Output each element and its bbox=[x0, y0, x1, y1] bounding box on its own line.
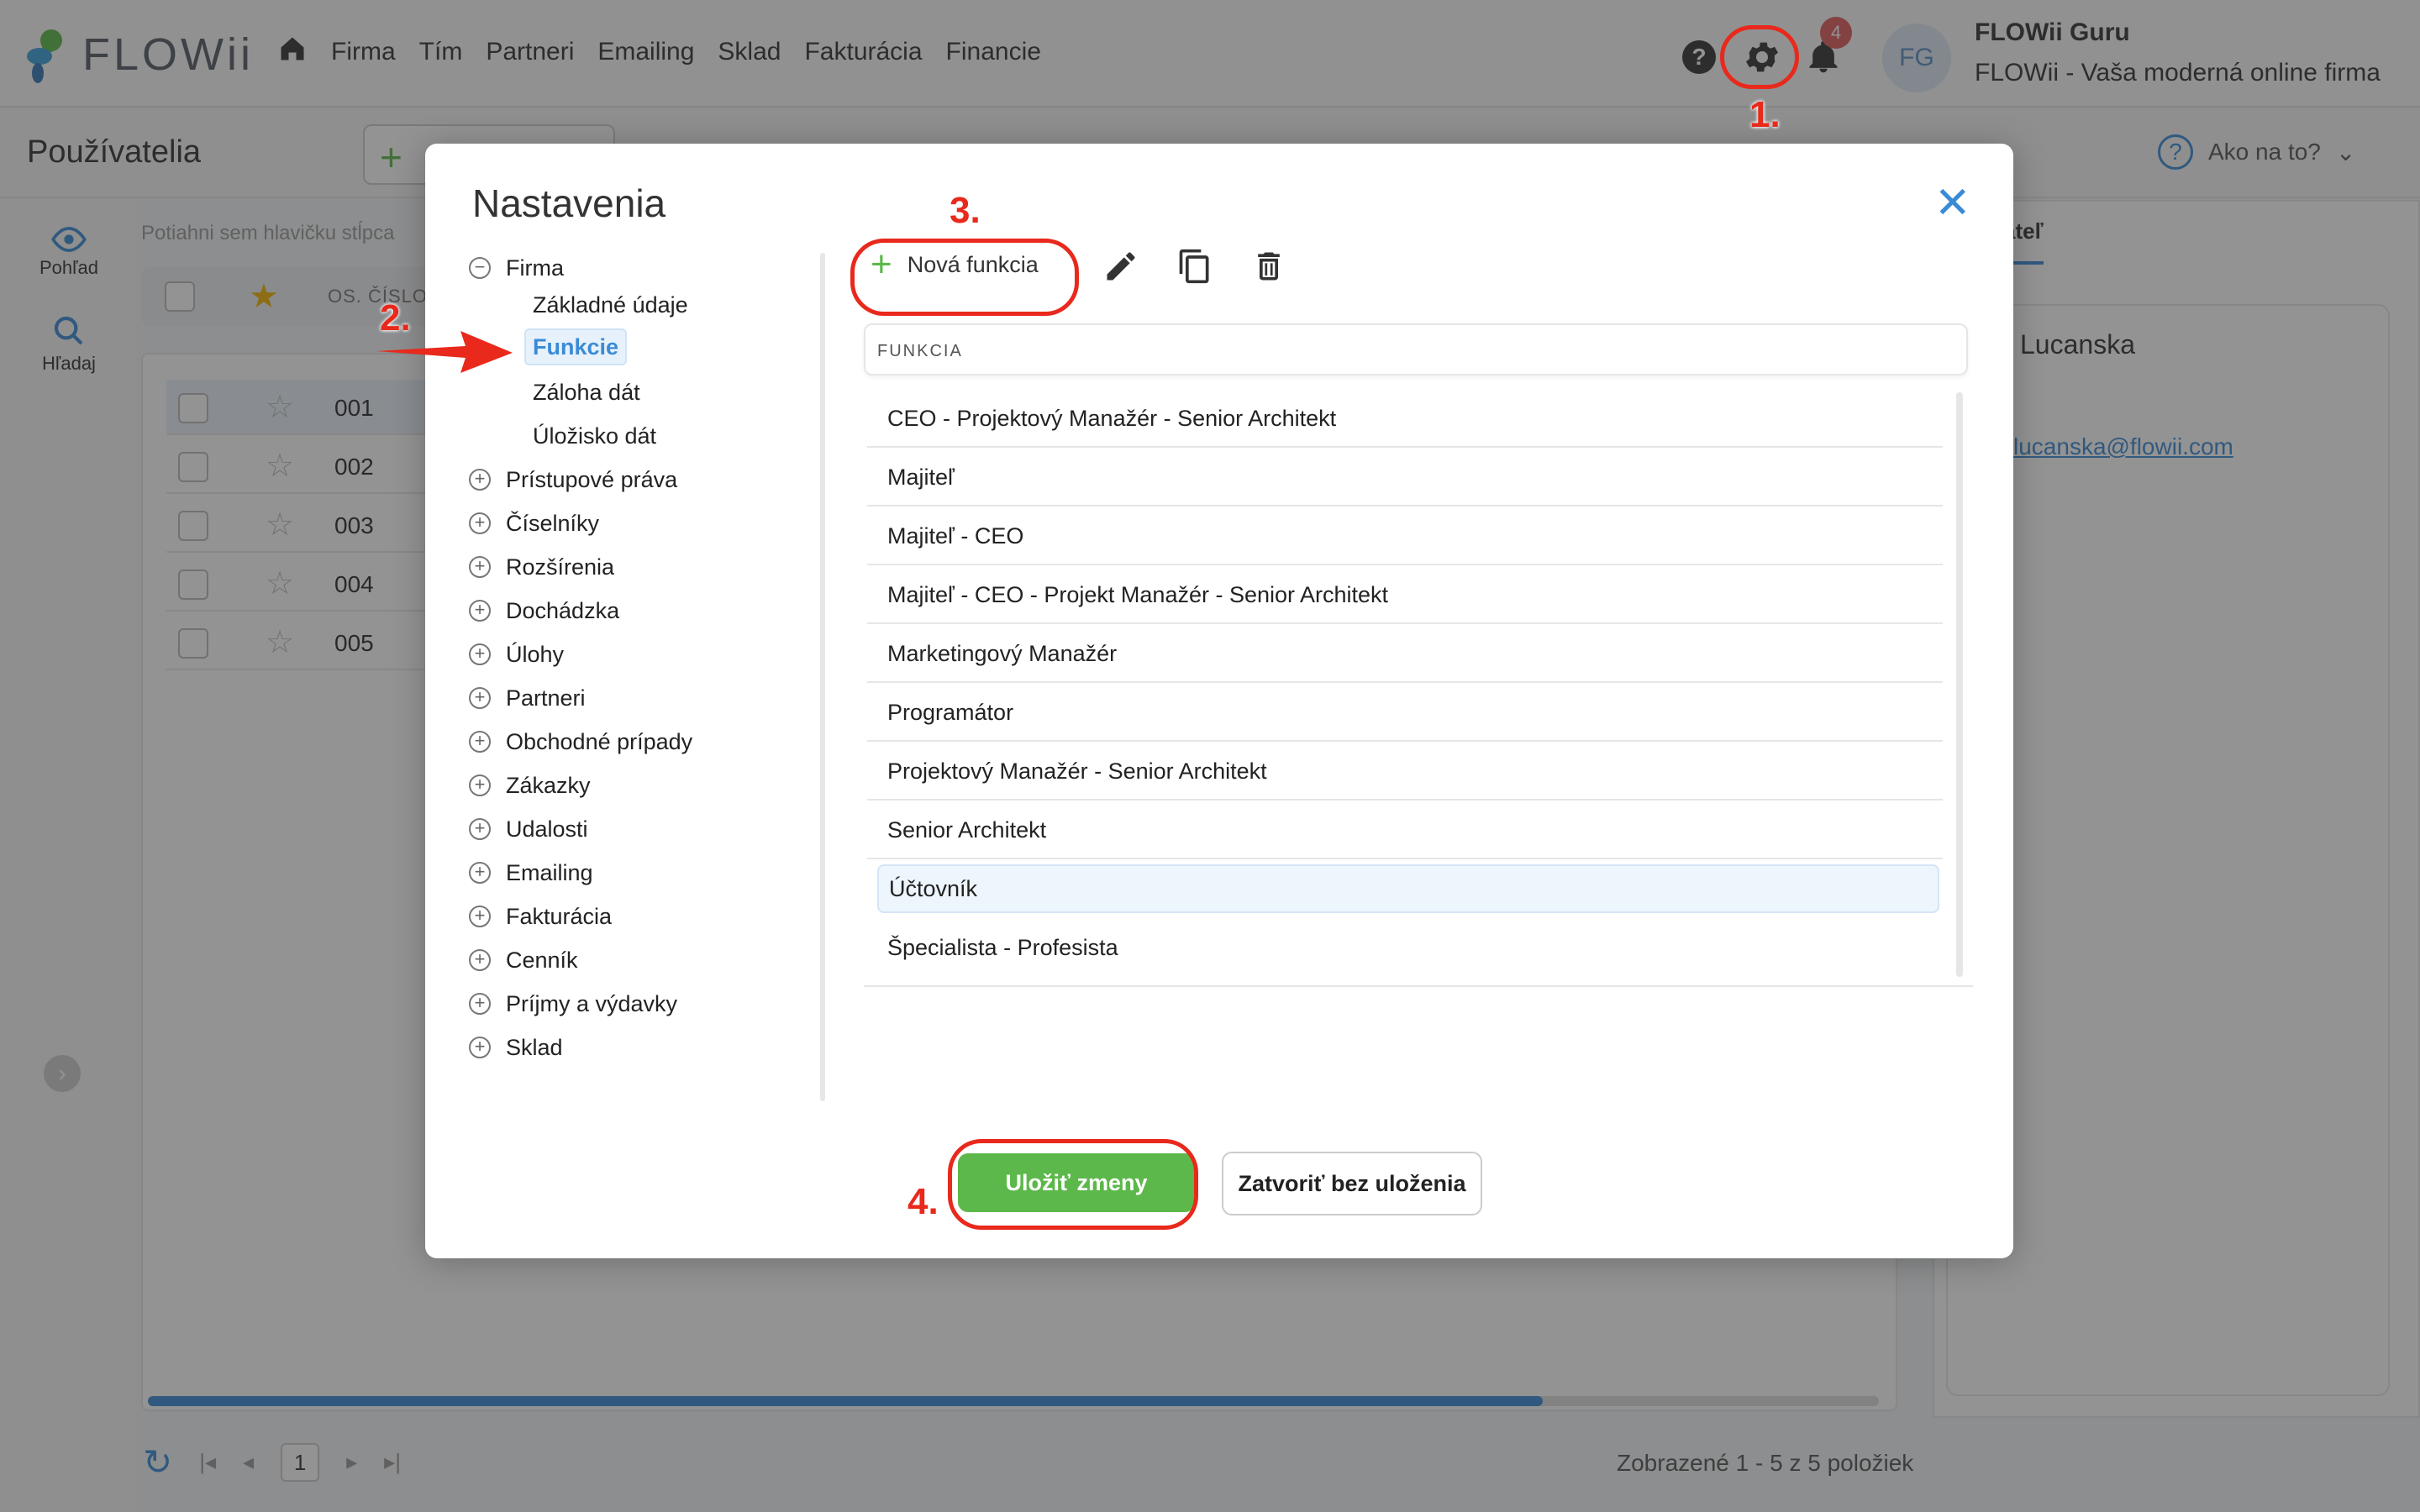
tree-item-sklad[interactable]: + Sklad bbox=[469, 1029, 563, 1066]
tree-label: Udalosti bbox=[506, 816, 588, 842]
tree-label: Prístupové práva bbox=[506, 466, 678, 492]
tree-label: Firma bbox=[506, 255, 564, 281]
edit-pencil-icon[interactable] bbox=[1102, 248, 1139, 285]
tree-item-rozsirenia[interactable]: + Rozšírenia bbox=[469, 549, 614, 585]
expand-icon[interactable]: + bbox=[469, 731, 491, 753]
modal-title: Nastavenia bbox=[472, 181, 666, 225]
tree-label: Úlohy bbox=[506, 641, 565, 667]
list-item[interactable]: CEO - Projektový Manažér - Senior Archit… bbox=[867, 389, 1943, 448]
list-item[interactable]: Marketingový Manažér bbox=[867, 624, 1943, 683]
list-item-label: CEO - Projektový Manažér - Senior Archit… bbox=[887, 406, 1337, 431]
tree-label: Číselníky bbox=[506, 510, 600, 536]
tree-item-ciselniky[interactable]: + Číselníky bbox=[469, 505, 599, 542]
expand-icon[interactable]: + bbox=[469, 862, 491, 884]
list-item-label: Projektový Manažér - Senior Architekt bbox=[887, 759, 1267, 784]
close-without-save-button[interactable]: Zatvoriť bez uloženia bbox=[1222, 1152, 1482, 1215]
annotation-highlight-new-function bbox=[850, 239, 1079, 316]
annotation-highlight-save bbox=[948, 1139, 1198, 1230]
tree-item-prijmy-vydavky[interactable]: + Príjmy a výdavky bbox=[469, 985, 677, 1022]
tree-label: Rozšírenia bbox=[506, 554, 615, 580]
tree-child-zakladne-udaje[interactable]: Základné údaje bbox=[533, 286, 688, 323]
tree-item-firma[interactable]: − Firma bbox=[469, 249, 564, 286]
tree-item-udalosti[interactable]: + Udalosti bbox=[469, 811, 588, 848]
settings-modal: Nastavenia ✕ − Firma Základné údaje Funkc… bbox=[425, 144, 2013, 1258]
expand-icon[interactable]: + bbox=[469, 556, 491, 578]
tree-item-ulohy[interactable]: + Úlohy bbox=[469, 636, 564, 673]
list-item-label: Majiteľ - CEO bbox=[887, 523, 1024, 549]
expand-icon[interactable]: + bbox=[469, 949, 491, 971]
list-item[interactable]: Projektový Manažér - Senior Architekt bbox=[867, 742, 1943, 801]
list-item-selected[interactable]: Účtovník bbox=[877, 864, 1939, 913]
annotation-highlight-gear bbox=[1720, 25, 1799, 89]
tree-label: Partneri bbox=[506, 685, 586, 711]
tree-child-zaloha-dat[interactable]: Záloha dát bbox=[533, 374, 640, 411]
collapse-icon[interactable]: − bbox=[469, 257, 491, 279]
list-item-label: Majiteľ bbox=[887, 465, 955, 490]
expand-icon[interactable]: + bbox=[469, 774, 491, 796]
annotation-step-3: 3. bbox=[950, 190, 981, 231]
tree-item-cennik[interactable]: + Cenník bbox=[469, 942, 578, 979]
list-item[interactable]: Majiteľ - CEO - Projekt Manažér - Senior… bbox=[867, 565, 1943, 624]
expand-icon[interactable]: + bbox=[469, 993, 491, 1015]
tree-item-dochadzka[interactable]: + Dochádzka bbox=[469, 592, 619, 629]
tree-item-fakturacia[interactable]: + Fakturácia bbox=[469, 898, 612, 935]
tree-child-funkcie[interactable]: Funkcie bbox=[524, 328, 628, 365]
expand-icon[interactable]: + bbox=[469, 818, 491, 840]
tree-item-emailing[interactable]: + Emailing bbox=[469, 854, 593, 891]
list-item-label: Účtovník bbox=[889, 876, 978, 901]
expand-icon[interactable]: + bbox=[469, 906, 491, 927]
list-item-label: Senior Architekt bbox=[887, 817, 1047, 843]
annotation-step-4: 4. bbox=[908, 1181, 939, 1222]
list-item[interactable]: Špecialista - Profesista bbox=[867, 918, 1943, 977]
expand-icon[interactable]: + bbox=[469, 600, 491, 622]
expand-icon[interactable]: + bbox=[469, 687, 491, 709]
tree-scrollbar[interactable] bbox=[820, 253, 825, 1101]
tree-label: Zákazky bbox=[506, 772, 591, 798]
copy-icon[interactable] bbox=[1176, 248, 1213, 285]
list-scrollbar[interactable] bbox=[1956, 392, 1963, 977]
tree-label: Emailing bbox=[506, 859, 593, 885]
annotation-arrow-icon bbox=[376, 331, 513, 373]
tree-child-ulozisko-dat[interactable]: Úložisko dát bbox=[533, 417, 656, 454]
list-item-label: Majiteľ - CEO - Projekt Manažér - Senior… bbox=[887, 582, 1389, 607]
tree-label: Cenník bbox=[506, 947, 578, 973]
list-item[interactable]: Senior Architekt bbox=[867, 801, 1943, 859]
tree-label: Fakturácia bbox=[506, 903, 613, 929]
tree-label: Príjmy a výdavky bbox=[506, 990, 678, 1016]
expand-icon[interactable]: + bbox=[469, 643, 491, 665]
close-icon[interactable]: ✕ bbox=[1934, 181, 1971, 225]
list-item[interactable]: Majiteľ bbox=[867, 448, 1943, 507]
list-item[interactable]: Programátor bbox=[867, 683, 1943, 742]
tree-label: Dochádzka bbox=[506, 597, 620, 623]
tree-item-partneri[interactable]: + Partneri bbox=[469, 680, 586, 717]
expand-icon[interactable]: + bbox=[469, 1037, 491, 1058]
trash-icon[interactable] bbox=[1250, 248, 1287, 285]
tree-label: Sklad bbox=[506, 1034, 563, 1060]
list-item-label: Programátor bbox=[887, 700, 1014, 725]
tree-label: Obchodné prípady bbox=[506, 728, 693, 754]
list-bottom-divider bbox=[864, 985, 1973, 987]
annotation-step-1: 1. bbox=[1749, 94, 1781, 135]
expand-icon[interactable]: + bbox=[469, 512, 491, 534]
list-item-label: Špecialista - Profesista bbox=[887, 935, 1118, 960]
tree-item-pristupove-prava[interactable]: + Prístupové práva bbox=[469, 461, 677, 498]
list-item-label: Marketingový Manažér bbox=[887, 641, 1118, 666]
functions-column-header[interactable]: FUNKCIA bbox=[864, 323, 1968, 375]
tree-item-zakazky[interactable]: + Zákazky bbox=[469, 767, 591, 804]
list-item[interactable]: Majiteľ - CEO bbox=[867, 507, 1943, 565]
column-funkcia: FUNKCIA bbox=[877, 342, 963, 360]
expand-icon[interactable]: + bbox=[469, 469, 491, 491]
tree-item-obchodne-pripady[interactable]: + Obchodné prípady bbox=[469, 723, 692, 760]
